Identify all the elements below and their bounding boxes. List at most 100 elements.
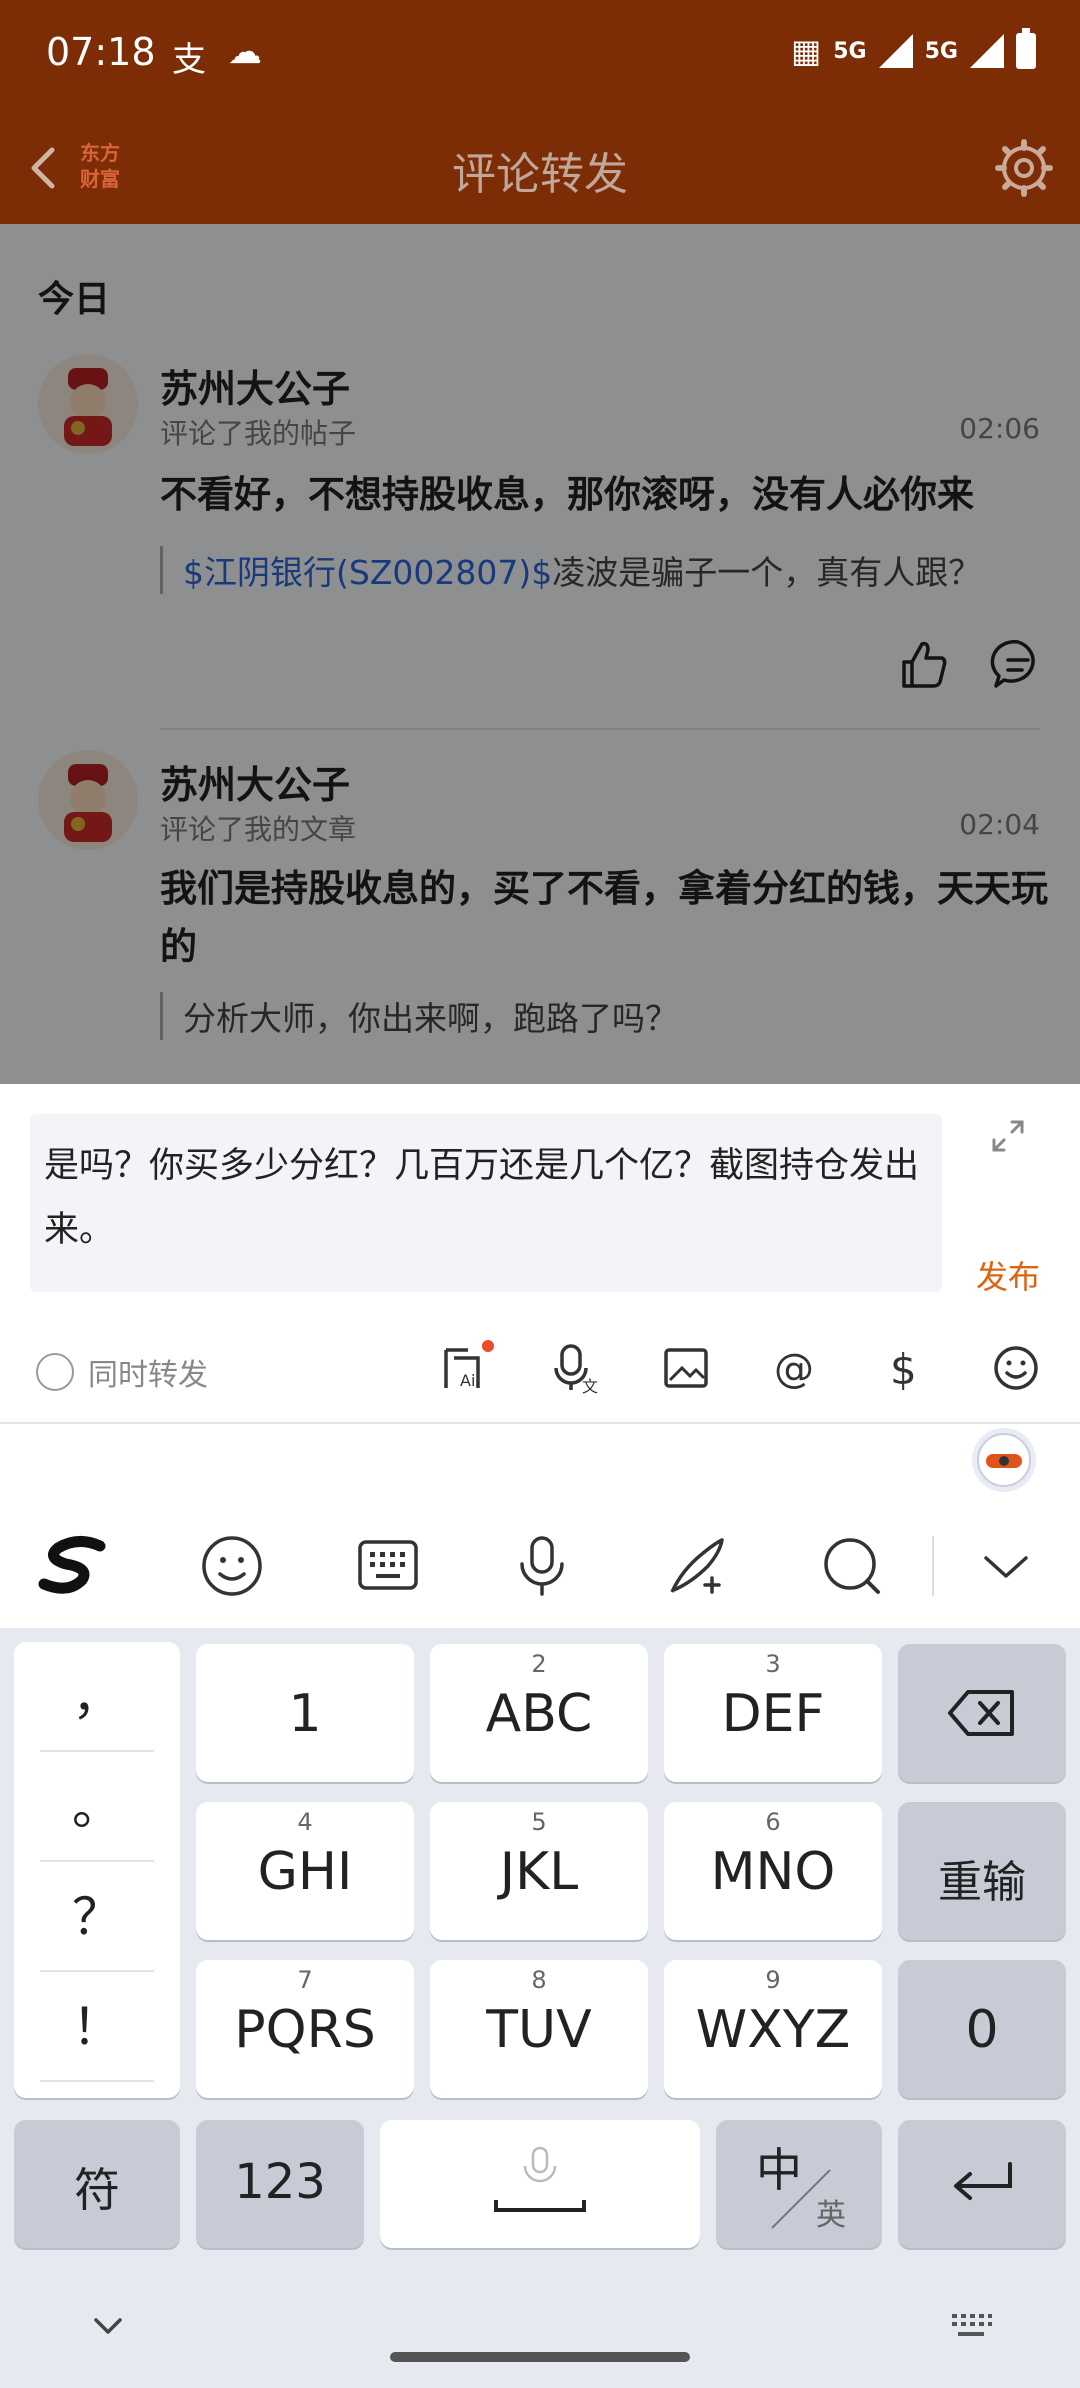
key-tuv[interactable]: 8 TUV <box>430 1960 648 2098</box>
language-switch-key[interactable]: 中 英 <box>716 2120 882 2248</box>
key-number: 2 <box>531 1650 547 1678</box>
key-label: MNO <box>710 1842 836 1902</box>
reply-sheet: 是吗？你买多少分红？几百万还是几个亿？截图持仓发出来。 发布 同时转发 Ai 文 <box>0 1084 1080 1424</box>
key-abc[interactable]: 2 ABC <box>430 1644 648 1782</box>
home-indicator[interactable] <box>390 2352 690 2362</box>
symbol-key[interactable]: 符 <box>14 2120 180 2248</box>
key-label: WXYZ <box>695 2000 851 2060</box>
repost-toggle[interactable]: 同时转发 <box>36 1350 208 1394</box>
keyboard-icon[interactable] <box>352 1530 424 1602</box>
nav-bar: 东方财富 评论转发 <box>0 112 1080 224</box>
stock-button[interactable]: $ <box>878 1340 934 1396</box>
status-right-icons: ▦ 5G 5G <box>791 28 1036 70</box>
keyboard-switch-icon[interactable] <box>948 2308 994 2344</box>
network-type-1: 5G <box>833 38 867 64</box>
image-button[interactable] <box>658 1340 714 1396</box>
voice-to-text-button[interactable]: 文 <box>548 1340 604 1396</box>
key-number: 5 <box>531 1808 547 1836</box>
enter-key[interactable] <box>898 2120 1066 2248</box>
signal-icon-2 <box>970 34 1004 68</box>
gear-icon[interactable] <box>992 136 1056 200</box>
handwriting-icon[interactable] <box>662 1530 734 1602</box>
key-mno[interactable]: 6 MNO <box>664 1802 882 1940</box>
key-label: ABC <box>485 1684 593 1744</box>
search-icon[interactable] <box>816 1530 888 1602</box>
smile-icon <box>994 1346 1038 1390</box>
key-def[interactable]: 3 DEF <box>664 1644 882 1782</box>
network-type-2: 5G <box>924 38 958 64</box>
key-label: 123 <box>234 2154 326 2210</box>
status-time: 07:18 <box>46 30 156 74</box>
publish-button[interactable]: 发布 <box>976 1252 1040 1298</box>
status-notification-icons: 支 ☁ <box>172 32 262 81</box>
qr-icon: ▦ <box>791 32 822 70</box>
alipay-icon: 支 <box>172 40 206 80</box>
emoji-button[interactable] <box>988 1340 1044 1396</box>
key-1[interactable]: 1 <box>196 1644 414 1782</box>
key-label: DEF <box>721 1684 825 1744</box>
enter-icon <box>954 2162 1012 2200</box>
slash-icon <box>771 2169 831 2229</box>
radio-button[interactable] <box>36 1353 74 1391</box>
at-icon: @ <box>774 1346 814 1392</box>
emoji-icon[interactable] <box>196 1530 268 1602</box>
mention-button[interactable]: @ <box>768 1340 824 1396</box>
space-mic-icon <box>494 2146 586 2212</box>
key-number: 3 <box>765 1650 781 1678</box>
svg-text:$: $ <box>890 1345 917 1394</box>
key-ghi[interactable]: 4 GHI <box>196 1802 414 1940</box>
dim-overlay[interactable] <box>0 224 1080 1084</box>
status-bar: 07:18 支 ☁ ▦ 5G 5G <box>0 0 1080 112</box>
svg-text:@: @ <box>774 1346 814 1392</box>
key-number: 6 <box>765 1808 781 1836</box>
key-number: 7 <box>297 1966 313 1994</box>
repost-label: 同时转发 <box>88 1358 208 1393</box>
key-label: 重输 <box>938 1857 1026 1908</box>
key-number: 4 <box>297 1808 313 1836</box>
image-icon <box>664 1348 708 1388</box>
key-0[interactable]: 0 <box>898 1960 1066 2098</box>
cloud-icon: ☁ <box>228 32 262 72</box>
key-label: PQRS <box>234 2000 376 2060</box>
key-label: GHI <box>257 1842 353 1902</box>
punct-key[interactable]: ？ <box>40 1862 154 1972</box>
backspace-icon <box>948 1690 1014 1736</box>
punctuation-list[interactable]: ， 。 ？ ！ <box>14 1642 180 2098</box>
space-key[interactable] <box>380 2120 700 2248</box>
backspace-key[interactable] <box>898 1644 1066 1782</box>
svg-text:文: 文 <box>582 1377 598 1396</box>
key-label: 1 <box>288 1684 322 1744</box>
hide-keyboard-icon[interactable] <box>88 2312 128 2342</box>
microphone-icon[interactable] <box>506 1530 578 1602</box>
divider <box>932 1536 934 1596</box>
punct-key[interactable]: ！ <box>40 1972 154 2082</box>
key-label: JKL <box>499 1842 579 1902</box>
expand-icon[interactable] <box>988 1116 1028 1156</box>
punct-key[interactable]: 。 <box>40 1752 154 1862</box>
ime-toolbar <box>0 1424 1080 1628</box>
voice-text-icon: 文 <box>554 1344 598 1396</box>
battery-icon <box>1016 28 1036 69</box>
key-number: 8 <box>531 1966 547 1994</box>
ai-ask-button[interactable]: Ai <box>438 1340 494 1396</box>
key-label: 符 <box>74 2163 120 2217</box>
page-title: 评论转发 <box>452 149 628 200</box>
compose-toolbar: Ai 文 @ $ <box>438 1340 1044 1396</box>
svg-text:Ai: Ai <box>460 1371 475 1390</box>
signal-icon <box>878 34 913 68</box>
key-label: 0 <box>965 2000 999 2060</box>
punct-key[interactable]: ， <box>40 1642 154 1752</box>
key-pqrs[interactable]: 7 PQRS <box>196 1960 414 2098</box>
dollar-icon: $ <box>890 1345 917 1394</box>
keyboard-bottom-bar <box>0 2268 1080 2388</box>
key-jkl[interactable]: 5 JKL <box>430 1802 648 1940</box>
number-mode-key[interactable]: 123 <box>196 2120 364 2248</box>
notification-dot <box>482 1340 494 1352</box>
key-label: TUV <box>486 2000 592 2060</box>
mascot-icon[interactable] <box>972 1428 1036 1492</box>
reply-input[interactable]: 是吗？你买多少分红？几百万还是几个亿？截图持仓发出来。 <box>30 1114 942 1292</box>
sogou-logo-icon[interactable] <box>38 1530 110 1602</box>
key-wxyz[interactable]: 9 WXYZ <box>664 1960 882 2098</box>
retype-key[interactable]: 重输 <box>898 1802 1066 1940</box>
collapse-keyboard-icon[interactable] <box>970 1530 1042 1602</box>
